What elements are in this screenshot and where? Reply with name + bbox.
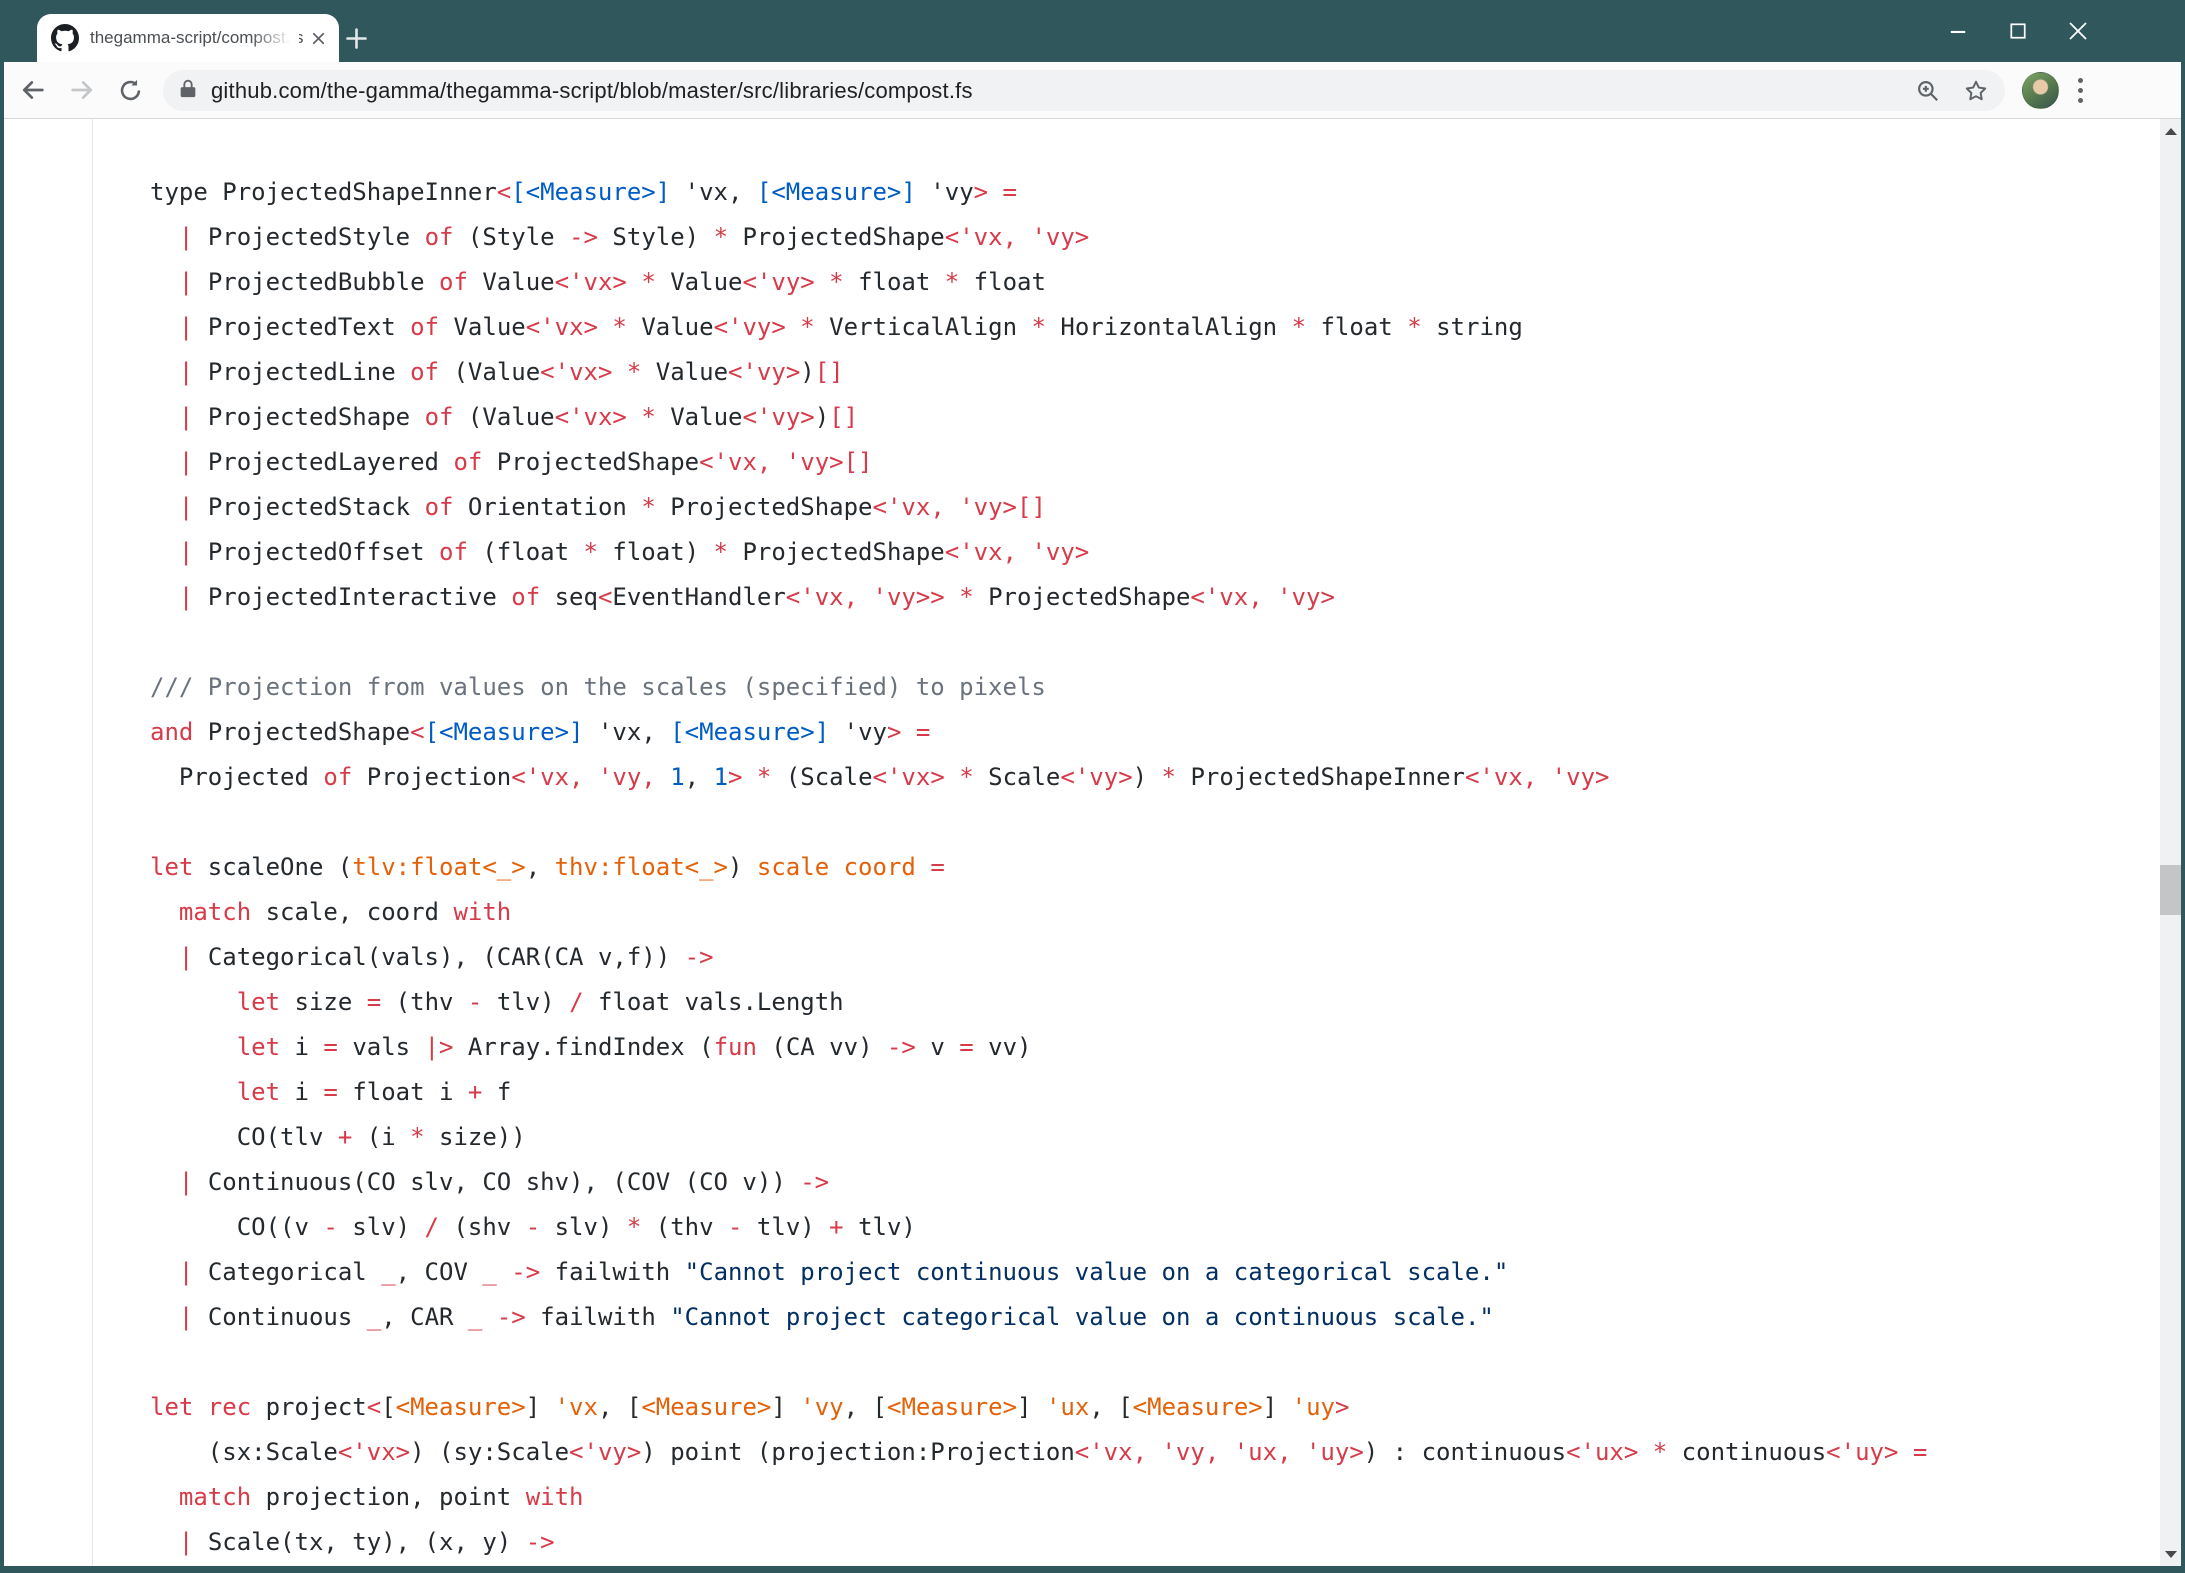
code-line: | ProjectedStack of Orientation * Projec… (178, 493, 1046, 521)
code-line: | ProjectedLayered of ProjectedShape<'vx… (178, 448, 873, 476)
maximize-button[interactable] (1988, 0, 2048, 62)
browser-tab[interactable]: thegamma-script/compost.fs at mas (37, 14, 339, 62)
code-line: let i = float i + f (236, 1078, 512, 1106)
scrollbar-thumb[interactable] (2160, 865, 2181, 915)
code-line: | ProjectedBubble of Value<'vx> * Value<… (178, 268, 1046, 296)
page-content: type ProjectedShapeInner<[<Measure>] 'vx… (4, 119, 2181, 1566)
scroll-up-button[interactable] (2160, 119, 2181, 143)
address-bar[interactable]: github.com/the-gamma/thegamma-script/blo… (163, 70, 2005, 111)
code-line: | Categorical _, COV _ -> failwith "Cann… (178, 1258, 1509, 1286)
back-arrow-icon (22, 81, 44, 99)
forward-arrow-icon (71, 81, 93, 99)
code-line: let i = vals |> Array.findIndex (fun (CA… (236, 1033, 1032, 1061)
code-line: match projection, point with (178, 1483, 584, 1511)
code-line: | ProjectedStyle of (Style -> Style) * P… (178, 223, 1090, 251)
code-block: type ProjectedShapeInner<[<Measure>] 'vx… (150, 170, 1927, 1565)
code-line: /// Projection from values on the scales… (150, 673, 1046, 701)
browser-menu-button[interactable] (2068, 76, 2092, 104)
url-text: github.com/the-gamma/thegamma-script/blo… (211, 77, 973, 103)
minimize-button[interactable] (1928, 0, 1988, 62)
scroll-up-arrow-icon (2164, 127, 2177, 135)
omnibox-icons (1915, 78, 1989, 104)
browser-toolbar: github.com/the-gamma/thegamma-script/blo… (4, 62, 2181, 119)
code-line: let rec project<[<Measure>] 'vx, [<Measu… (150, 1393, 1350, 1421)
lock-icon[interactable] (177, 77, 199, 104)
code-line: | ProjectedInteractive of seq<EventHandl… (178, 583, 1335, 611)
code-line: | Continuous(CO slv, CO shv), (COV (CO v… (178, 1168, 830, 1196)
tab-strip: thegamma-script/compost.fs at mas (0, 0, 2185, 62)
reload-button[interactable] (108, 68, 152, 112)
forward-button[interactable] (60, 68, 104, 112)
code-line: (sx:Scale<'vx>) (sy:Scale<'vy>) point (p… (150, 1438, 1928, 1466)
code-line: | ProjectedText of Value<'vx> * Value<'v… (178, 313, 1523, 341)
maximize-icon (2009, 22, 2026, 39)
code-line: and ProjectedShape<[<Measure>] 'vx, [<Me… (150, 718, 931, 746)
code-line: CO((v - slv) / (shv - slv) * (thv - tlv)… (150, 1213, 916, 1241)
tab-close-button[interactable] (305, 25, 331, 51)
profile-avatar[interactable] (2022, 72, 2059, 109)
code-line: CO(tlv + (i * size)) (150, 1123, 526, 1151)
bookmark-star-icon[interactable] (1963, 78, 1989, 104)
minimize-icon (1950, 30, 1965, 33)
code-line: | Categorical(vals), (CAR(CA v,f)) -> (178, 943, 714, 971)
tab-title: thegamma-script/compost.fs at mas (90, 28, 305, 47)
github-favicon-icon (51, 24, 79, 52)
code-line: type ProjectedShapeInner<[<Measure>] 'vx… (150, 178, 1017, 206)
scrollbar-track[interactable] (2160, 119, 2181, 1566)
code-line: | Continuous _, CAR _ -> failwith "Canno… (178, 1303, 1494, 1331)
code-line: | Scale(tx, ty), (x, y) -> (178, 1528, 555, 1556)
close-window-button[interactable] (2048, 0, 2108, 62)
three-dot-menu-icon (2077, 77, 2083, 83)
scroll-down-arrow-icon (2164, 1550, 2177, 1558)
scroll-down-button[interactable] (2160, 1542, 2181, 1566)
back-button[interactable] (11, 68, 55, 112)
window-controls (1928, 0, 2108, 62)
reload-icon (120, 79, 140, 100)
code-box-left-border (92, 119, 93, 1566)
code-line: | ProjectedLine of (Value<'vx> * Value<'… (178, 358, 844, 386)
zoom-magnifier-icon[interactable] (1915, 78, 1941, 104)
close-icon (2069, 22, 2087, 40)
code-line: | ProjectedOffset of (float * float) * P… (178, 538, 1090, 566)
code-line: let scaleOne (tlv:float<_>, thv:float<_>… (150, 853, 945, 881)
plus-icon (345, 27, 367, 49)
code-line: let size = (thv - tlv) / float vals.Leng… (236, 988, 844, 1016)
code-line: match scale, coord with (178, 898, 512, 926)
code-line: | ProjectedShape of (Value<'vx> * Value<… (178, 403, 859, 431)
code-line: Projected of Projection<'vx, 'vy, 1, 1> … (150, 763, 1610, 791)
new-tab-button[interactable] (338, 20, 374, 56)
